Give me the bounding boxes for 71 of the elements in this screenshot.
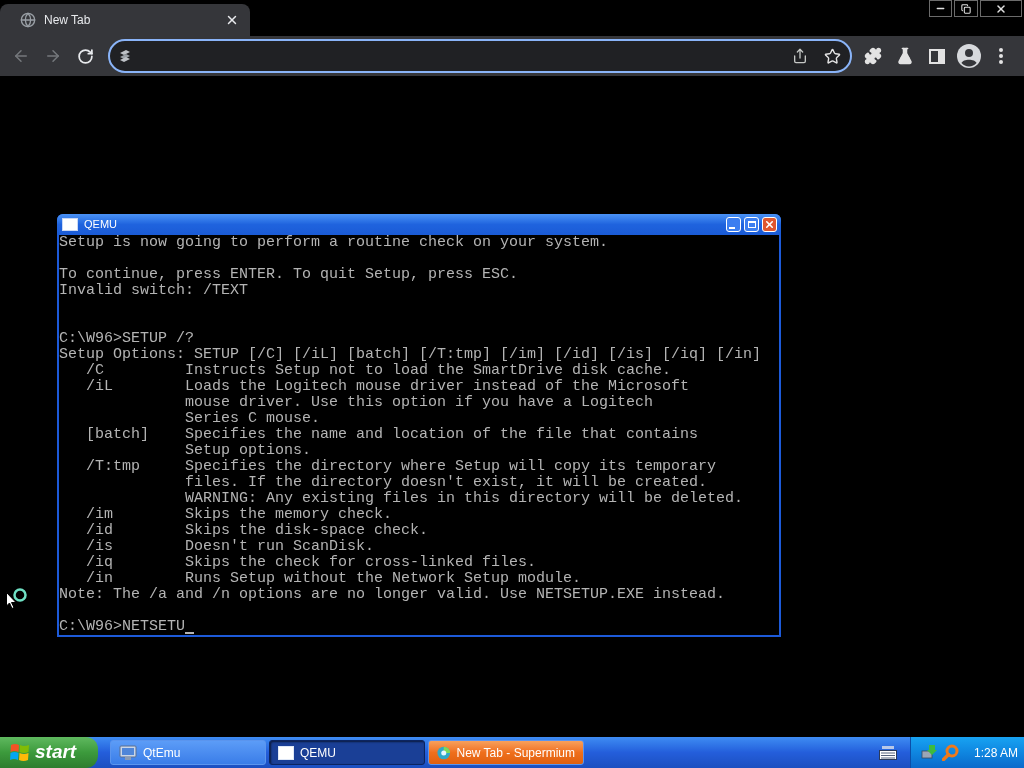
switch-description-text: Series C mouse.	[185, 411, 322, 427]
taskbar-button[interactable]: New Tab - Supermium	[428, 740, 584, 765]
switch-description-text: Runs Setup without the Network Setup module.	[185, 571, 582, 587]
restore-icon	[961, 3, 971, 14]
window-icon	[278, 745, 294, 760]
switch-description-text: WARNING: Any existing files in this directory will be deleted.	[185, 491, 744, 507]
minimize-icon	[729, 227, 735, 229]
site-icon	[118, 49, 132, 63]
console-text: Invalid switch: /TEXT	[59, 283, 250, 299]
network-icon	[921, 744, 938, 761]
arrow-cursor-icon	[6, 592, 17, 609]
browser-tab[interactable]: New Tab	[0, 4, 250, 36]
restore-button[interactable]	[954, 0, 978, 17]
close-icon	[764, 219, 775, 230]
close-button[interactable]	[762, 217, 777, 232]
switch-description-text: Skips the check for cross-linked files.	[185, 555, 537, 571]
switch-description-text: mouse driver. Use this option if you have a Logitech	[185, 395, 655, 411]
note-text: Note: The /a and /n options are no longer valid. Use NETSETUP.EXE instead.	[59, 587, 727, 603]
switch-description-text: Instructs Setup not to load the SmartDrive disk cache.	[185, 363, 672, 379]
console-text: Setup is now going to perform a routine check on your system.	[59, 235, 610, 251]
keyboard-icon	[879, 745, 897, 760]
forward-arrow-icon	[44, 47, 62, 65]
switch-description-text: Loads the Logitech mouse driver instead of the Microsoft	[185, 379, 690, 395]
window-icon	[62, 218, 78, 231]
switch-name-text: /iq	[86, 555, 114, 571]
clock: 1:28 AM	[974, 744, 1019, 762]
switch-description-text: Specifies the name and location of the file that contains	[185, 427, 699, 443]
close-window-button[interactable]	[980, 0, 1022, 17]
puzzle-icon	[864, 47, 882, 65]
windows-flag-icon	[10, 743, 30, 762]
switch-name-text: /id	[86, 523, 114, 539]
switch-description-text: Setup options.	[185, 443, 313, 459]
window-title: QEMU	[84, 217, 118, 233]
switch-name-text: /im	[86, 507, 114, 523]
command-text: C:\W96>SETUP /?	[59, 331, 196, 347]
avatar-icon	[957, 44, 981, 68]
maximize-button[interactable]	[744, 217, 759, 232]
switch-description-text: Specifies the directory where Setup will copy its temporary	[185, 459, 718, 475]
switch-description-text: Skips the disk-space check.	[185, 523, 429, 539]
side-panel-icon	[929, 48, 945, 64]
maximize-icon	[747, 221, 756, 228]
switch-name-text: /T:tmp	[86, 459, 141, 475]
reload-icon	[76, 47, 94, 65]
typed-command-text: C:\W96>NETSETU	[59, 619, 186, 635]
usage-text: Setup Options: SETUP [/C] [/iL] [batch] [/T:tmp] [/im] [/id] [/is] [/iq] [/in]	[59, 347, 763, 363]
loading-ring-icon	[12, 587, 28, 603]
close-icon	[225, 13, 239, 27]
menu-icon	[999, 48, 1003, 64]
switch-description-text: Doesn't run ScanDisk.	[185, 539, 375, 555]
profile-button[interactable]	[955, 42, 983, 70]
switch-name-text: /is	[86, 539, 114, 555]
switch-name-text: /iL	[86, 379, 114, 395]
switch-name-text: [batch]	[86, 427, 150, 443]
taskbar-button[interactable]: QtEmu	[110, 740, 266, 765]
switch-description-text: files. If the directory doesn't exist, it will be created.	[185, 475, 709, 491]
address-field[interactable]	[108, 39, 852, 73]
console-text: To continue, press ENTER. To quit Setup, press ESC.	[59, 267, 520, 283]
switch-name-text: /C	[86, 363, 105, 379]
share-icon	[792, 48, 808, 64]
taskbar-button[interactable]: QEMU	[269, 740, 425, 765]
minimize-button[interactable]	[929, 0, 952, 17]
monitor-icon	[119, 744, 137, 761]
flask-icon	[896, 47, 914, 65]
switch-name-text: /in	[86, 571, 113, 587]
start-button[interactable]: start	[0, 737, 98, 768]
magnifier-icon	[942, 744, 959, 761]
close-icon	[995, 2, 1007, 15]
switch-description-text: Skips the memory check.	[185, 507, 393, 523]
browser-logo-icon	[437, 744, 451, 761]
star-icon	[823, 47, 841, 65]
globe-icon	[20, 12, 36, 28]
